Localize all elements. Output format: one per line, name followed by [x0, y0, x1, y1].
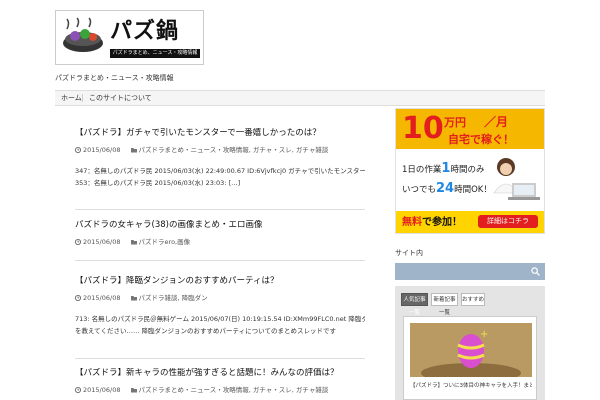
post-meta: 2015/06/08 パズドラ雑談, 降臨ダン: [75, 292, 365, 302]
nav-separator: [82, 94, 83, 102]
clock-icon: [75, 239, 81, 245]
main-content: 【パズドラ】ガチャで引いたモンスターで一番嬉しかったのは？ 2015/06/08…: [55, 108, 385, 400]
tab-recommend[interactable]: おすすめ: [461, 293, 485, 306]
woman-laptop-image: [493, 158, 540, 200]
folder-icon: [130, 148, 137, 153]
post-date: 2015/06/08: [83, 238, 121, 246]
ad-detail-button[interactable]: 詳細はコチラ: [478, 215, 538, 228]
nav-about[interactable]: このサイトについて: [89, 91, 152, 105]
post-excerpt-line: 353：名無しのパズドラ民 2015/06/03(水) 23:03: […]: [75, 179, 241, 187]
search-bar[interactable]: [395, 263, 545, 280]
sidebar-title: サイト内: [395, 249, 423, 257]
ad-line2: いつでも24時間OK！: [402, 181, 492, 196]
post-categories[interactable]: パズドラまとめ・ニュース・攻略情報, ガチャ・スレ, ガチャ雑談: [139, 146, 329, 154]
post-date: 2015/06/08: [83, 294, 121, 302]
post-title[interactable]: 【パズドラ】新キャラの性能が強すぎると話題に！みんなの評価は？: [75, 368, 365, 379]
ad-line1: 1日の作業1時間のみ: [402, 161, 484, 176]
search-icon[interactable]: [531, 267, 540, 276]
post-title[interactable]: 【パズドラ】ガチャで引いたモンスターで一番嬉しかったのは？: [75, 128, 365, 139]
clock-icon: [75, 295, 81, 301]
widget-post-caption: 【パズドラ】ついに3体目の神キャラを入手！まとめ: [410, 383, 532, 389]
folder-icon: [130, 388, 137, 393]
post-divider: [75, 209, 365, 210]
post-title[interactable]: 【パズドラ】降臨ダンジョンのおすすめパーティは？: [75, 276, 365, 287]
post-categories[interactable]: パズドラまとめ・ニュース・攻略情報, ガチャ・スレ, ガチャ雑談: [139, 386, 329, 394]
ad-free-rest: で参加！: [422, 217, 462, 228]
post-date: 2015/06/08: [83, 386, 121, 394]
post-item: 【パズドラ】降臨ダンジョンのおすすめパーティは？ 2015/06/08 パズドラ…: [75, 276, 365, 337]
post-item: パズドラの女キャラ(38)の画像まとめ・エロ画像 2015/06/08 パズドラ…: [75, 220, 365, 246]
post-date: 2015/06/08: [83, 146, 121, 154]
egg-icon: +: [410, 323, 532, 377]
folder-icon: [130, 296, 137, 301]
post-item: 【パズドラ】新キャラの性能が強すぎると話題に！みんなの評価は？ 2015/06/…: [75, 368, 365, 394]
post-categories[interactable]: パズドラ雑談, 降臨ダン: [139, 294, 208, 302]
ad-amount: 10: [402, 111, 444, 146]
nav-home[interactable]: ホーム: [61, 91, 82, 105]
site-tagline: パズドラまとめ・ニュース・攻略情報: [55, 74, 174, 82]
post-meta: 2015/06/08 パズドラero,画像: [75, 236, 365, 246]
post-divider: [75, 358, 365, 359]
ad-line1-post: 時間のみ: [450, 165, 485, 175]
popular-posts-widget: 人気記事一覧 新着記事一覧 おすすめ + 【パズドラ】ついに3体目の神キャラを入…: [395, 286, 545, 400]
post-excerpt-line: を教えてください…… 降臨ダンジョンのおすすめパーティについてのまとめスレッドで…: [75, 327, 336, 335]
post-meta: 2015/06/08 パズドラまとめ・ニュース・攻略情報, ガチャ・スレ, ガチ…: [75, 144, 365, 154]
ad-home: 自宅で稼ぐ！: [448, 133, 514, 146]
svg-text:+: +: [480, 329, 488, 340]
clock-icon: [75, 147, 81, 153]
ad-banner[interactable]: 10 万円 ／月 自宅で稼ぐ！ 1日の作業1時間のみ いつでも24時間OK！ 無…: [395, 108, 545, 234]
global-nav: ホーム このサイトについて: [55, 90, 545, 106]
post-excerpt-line: 347：名無しのパズドラ民 2015/06/03(水) 22:49:00.67 …: [75, 167, 365, 175]
post-excerpt: 713: 名無しのパズドラ民＠無料ゲーム 2015/06/07(日) 10:19…: [75, 313, 365, 337]
post-divider: [75, 260, 365, 261]
tab-new[interactable]: 新着記事一覧: [431, 293, 458, 316]
ad-line2-pre: いつでも: [402, 185, 437, 195]
logo-title: パズ鍋: [110, 18, 180, 44]
post-meta: 2015/06/08 パズドラまとめ・ニュース・攻略情報, ガチャ・スレ, ガチ…: [75, 384, 365, 394]
ad-free: 無料で参加！: [402, 213, 462, 228]
logo-subtitle: パズドラまとめ、ニュース・攻略情報: [110, 49, 200, 58]
post-title[interactable]: パズドラの女キャラ(38)の画像まとめ・エロ画像: [75, 220, 365, 231]
ad-free-bold: 無料: [402, 217, 422, 228]
tab-popular[interactable]: 人気記事一覧: [401, 293, 428, 316]
folder-icon: [130, 240, 137, 245]
hotpot-icon: [63, 17, 103, 52]
post-excerpt: 347：名無しのパズドラ民 2015/06/03(水) 22:49:00.67 …: [75, 165, 365, 189]
post-item: 【パズドラ】ガチャで引いたモンスターで一番嬉しかったのは？ 2015/06/08…: [75, 128, 365, 189]
ad-line2-num: 24: [436, 181, 455, 196]
clock-icon: [75, 387, 81, 393]
post-categories[interactable]: パズドラero,画像: [139, 238, 191, 246]
post-excerpt-line: 713: 名無しのパズドラ民＠無料ゲーム 2015/06/07(日) 10:19…: [75, 315, 365, 323]
ad-per: ／月: [484, 115, 509, 129]
ad-line1-pre: 1日の作業: [402, 165, 442, 175]
widget-post-card[interactable]: + 【パズドラ】ついに3体目の神キャラを入手！まとめ: [403, 316, 537, 400]
sidebar: 10 万円 ／月 自宅で稼ぐ！ 1日の作業1時間のみ いつでも24時間OK！ 無…: [393, 108, 545, 400]
ad-unit: 万円: [444, 116, 466, 129]
egg-thumbnail: +: [410, 323, 532, 377]
site-logo[interactable]: パズ鍋 パズドラまとめ、ニュース・攻略情報: [55, 10, 204, 65]
